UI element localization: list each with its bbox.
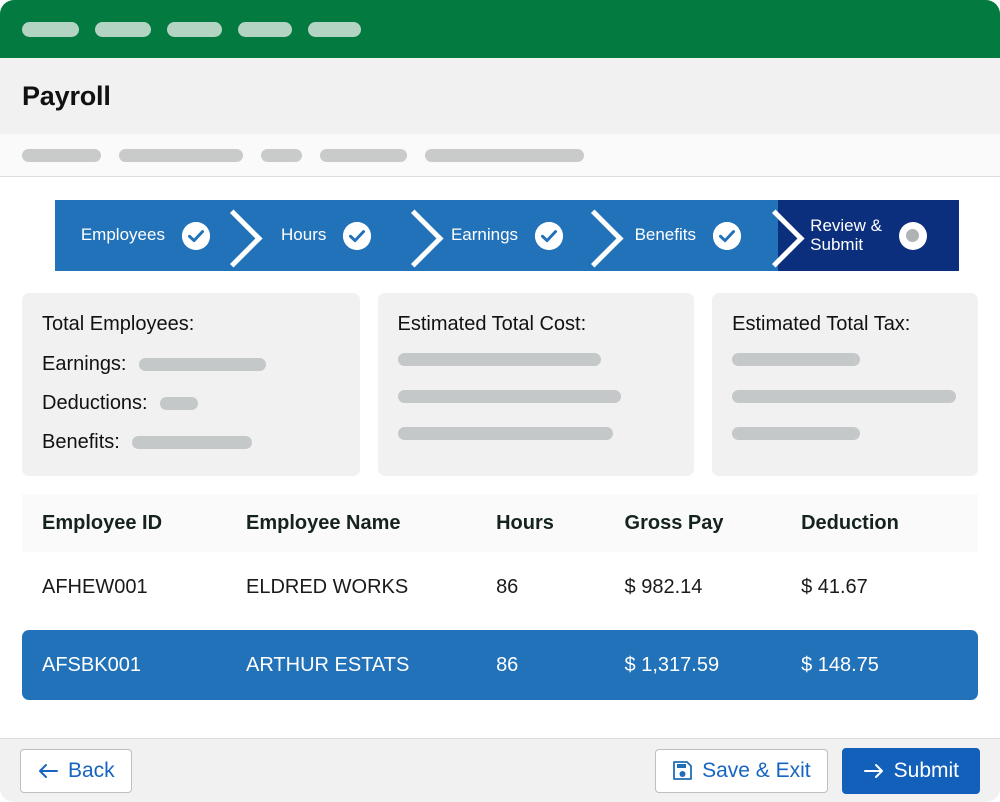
top-brand-bar xyxy=(0,0,1000,58)
secondary-nav-bar xyxy=(0,134,1000,177)
check-circle-icon xyxy=(182,222,210,250)
step-benefits[interactable]: Benefits xyxy=(597,200,778,271)
step-earnings-label: Earnings xyxy=(451,226,518,245)
top-nav-placeholder-2[interactable] xyxy=(95,22,151,37)
top-nav-placeholder-5[interactable] xyxy=(308,22,361,37)
payroll-app-window: Payroll Employees Hours xyxy=(0,0,1000,802)
save-floppy-icon xyxy=(672,760,693,781)
card-estimated-total-tax-title: Estimated Total Tax: xyxy=(732,313,958,336)
column-header-deduction[interactable]: Deduction xyxy=(801,512,958,535)
arrow-left-icon xyxy=(37,762,59,780)
cell-employee-id: AFSBK001 xyxy=(42,654,246,677)
page-title: Payroll xyxy=(22,81,111,112)
wizard-footer: Back Save & Exit S xyxy=(0,738,1000,802)
save-exit-button[interactable]: Save & Exit xyxy=(655,749,828,793)
card-row-earnings-value-placeholder xyxy=(139,358,266,371)
cell-hours: 86 xyxy=(496,576,624,599)
table-header-row: Employee ID Employee Name Hours Gross Pa… xyxy=(22,494,978,552)
column-header-employee-id[interactable]: Employee ID xyxy=(42,512,246,535)
main-content: Employees Hours xyxy=(0,200,1000,700)
cell-employee-name: ARTHUR ESTATS xyxy=(246,654,496,677)
check-circle-icon xyxy=(535,222,563,250)
footer-actions: Save & Exit Submit xyxy=(655,748,980,794)
card-tax-placeholder-1 xyxy=(732,353,860,366)
card-tax-placeholder-2 xyxy=(732,390,956,403)
top-nav-placeholder-1[interactable] xyxy=(22,22,79,37)
sub-nav-placeholder-1[interactable] xyxy=(22,149,101,162)
table-row[interactable]: AFSBK001 ARTHUR ESTATS 86 $ 1,317.59 $ 1… xyxy=(22,630,978,700)
cell-employee-id: AFHEW001 xyxy=(42,576,246,599)
cell-employee-name: ELDRED WORKS xyxy=(246,576,496,599)
step-review-submit-label: Review & Submit xyxy=(810,217,882,254)
top-nav-placeholder-4[interactable] xyxy=(238,22,292,37)
page-title-band: Payroll xyxy=(0,58,1000,134)
card-row-earnings-label: Earnings: xyxy=(42,353,127,376)
step-hours-label: Hours xyxy=(281,226,326,245)
radio-dot-icon xyxy=(899,222,927,250)
card-row-deductions: Deductions: xyxy=(42,392,340,415)
back-button-label: Back xyxy=(68,759,115,783)
card-cost-placeholder-1 xyxy=(398,353,601,366)
summary-cards: Total Employees: Earnings: Deductions: B… xyxy=(20,293,980,476)
check-circle-icon xyxy=(713,222,741,250)
card-estimated-total-cost-title: Estimated Total Cost: xyxy=(398,313,675,336)
card-tax-placeholder-3 xyxy=(732,427,860,440)
step-employees-label: Employees xyxy=(81,226,165,245)
step-earnings[interactable]: Earnings xyxy=(417,200,598,271)
card-estimated-total-tax: Estimated Total Tax: xyxy=(712,293,978,476)
cell-deduction: $ 41.67 xyxy=(801,576,958,599)
table-row[interactable]: AFHEW001 ELDRED WORKS 86 $ 982.14 $ 41.6… xyxy=(22,552,978,622)
card-row-benefits-label: Benefits: xyxy=(42,431,120,454)
top-nav-placeholder-3[interactable] xyxy=(167,22,222,37)
cell-gross-pay: $ 982.14 xyxy=(625,576,802,599)
payroll-table: Employee ID Employee Name Hours Gross Pa… xyxy=(20,494,980,700)
card-total-employees: Total Employees: Earnings: Deductions: B… xyxy=(22,293,360,476)
cell-deduction: $ 148.75 xyxy=(801,654,958,677)
wizard-stepper: Employees Hours xyxy=(55,200,959,271)
submit-button[interactable]: Submit xyxy=(842,748,980,794)
step-employees[interactable]: Employees xyxy=(55,200,236,271)
card-row-benefits-value-placeholder xyxy=(132,436,252,449)
cell-gross-pay: $ 1,317.59 xyxy=(625,654,802,677)
sub-nav-placeholder-3[interactable] xyxy=(261,149,302,162)
card-estimated-total-cost: Estimated Total Cost: xyxy=(378,293,695,476)
step-benefits-label: Benefits xyxy=(635,226,696,245)
card-row-earnings: Earnings: xyxy=(42,353,340,376)
arrow-right-icon xyxy=(863,762,885,780)
submit-button-label: Submit xyxy=(894,759,959,783)
back-button[interactable]: Back xyxy=(20,749,132,793)
card-total-employees-title: Total Employees: xyxy=(42,313,340,336)
card-cost-placeholder-3 xyxy=(398,427,613,440)
check-circle-icon xyxy=(343,222,371,250)
card-row-deductions-value-placeholder xyxy=(160,397,198,410)
sub-nav-placeholder-5[interactable] xyxy=(425,149,584,162)
save-exit-button-label: Save & Exit xyxy=(702,759,811,783)
column-header-employee-name[interactable]: Employee Name xyxy=(246,512,496,535)
card-cost-placeholder-2 xyxy=(398,390,621,403)
column-header-gross-pay[interactable]: Gross Pay xyxy=(625,512,802,535)
card-row-benefits: Benefits: xyxy=(42,431,340,454)
card-row-deductions-label: Deductions: xyxy=(42,392,148,415)
step-hours[interactable]: Hours xyxy=(236,200,417,271)
column-header-hours[interactable]: Hours xyxy=(496,512,624,535)
step-review-submit[interactable]: Review & Submit xyxy=(778,200,959,271)
cell-hours: 86 xyxy=(496,654,624,677)
sub-nav-placeholder-4[interactable] xyxy=(320,149,407,162)
sub-nav-placeholder-2[interactable] xyxy=(119,149,243,162)
